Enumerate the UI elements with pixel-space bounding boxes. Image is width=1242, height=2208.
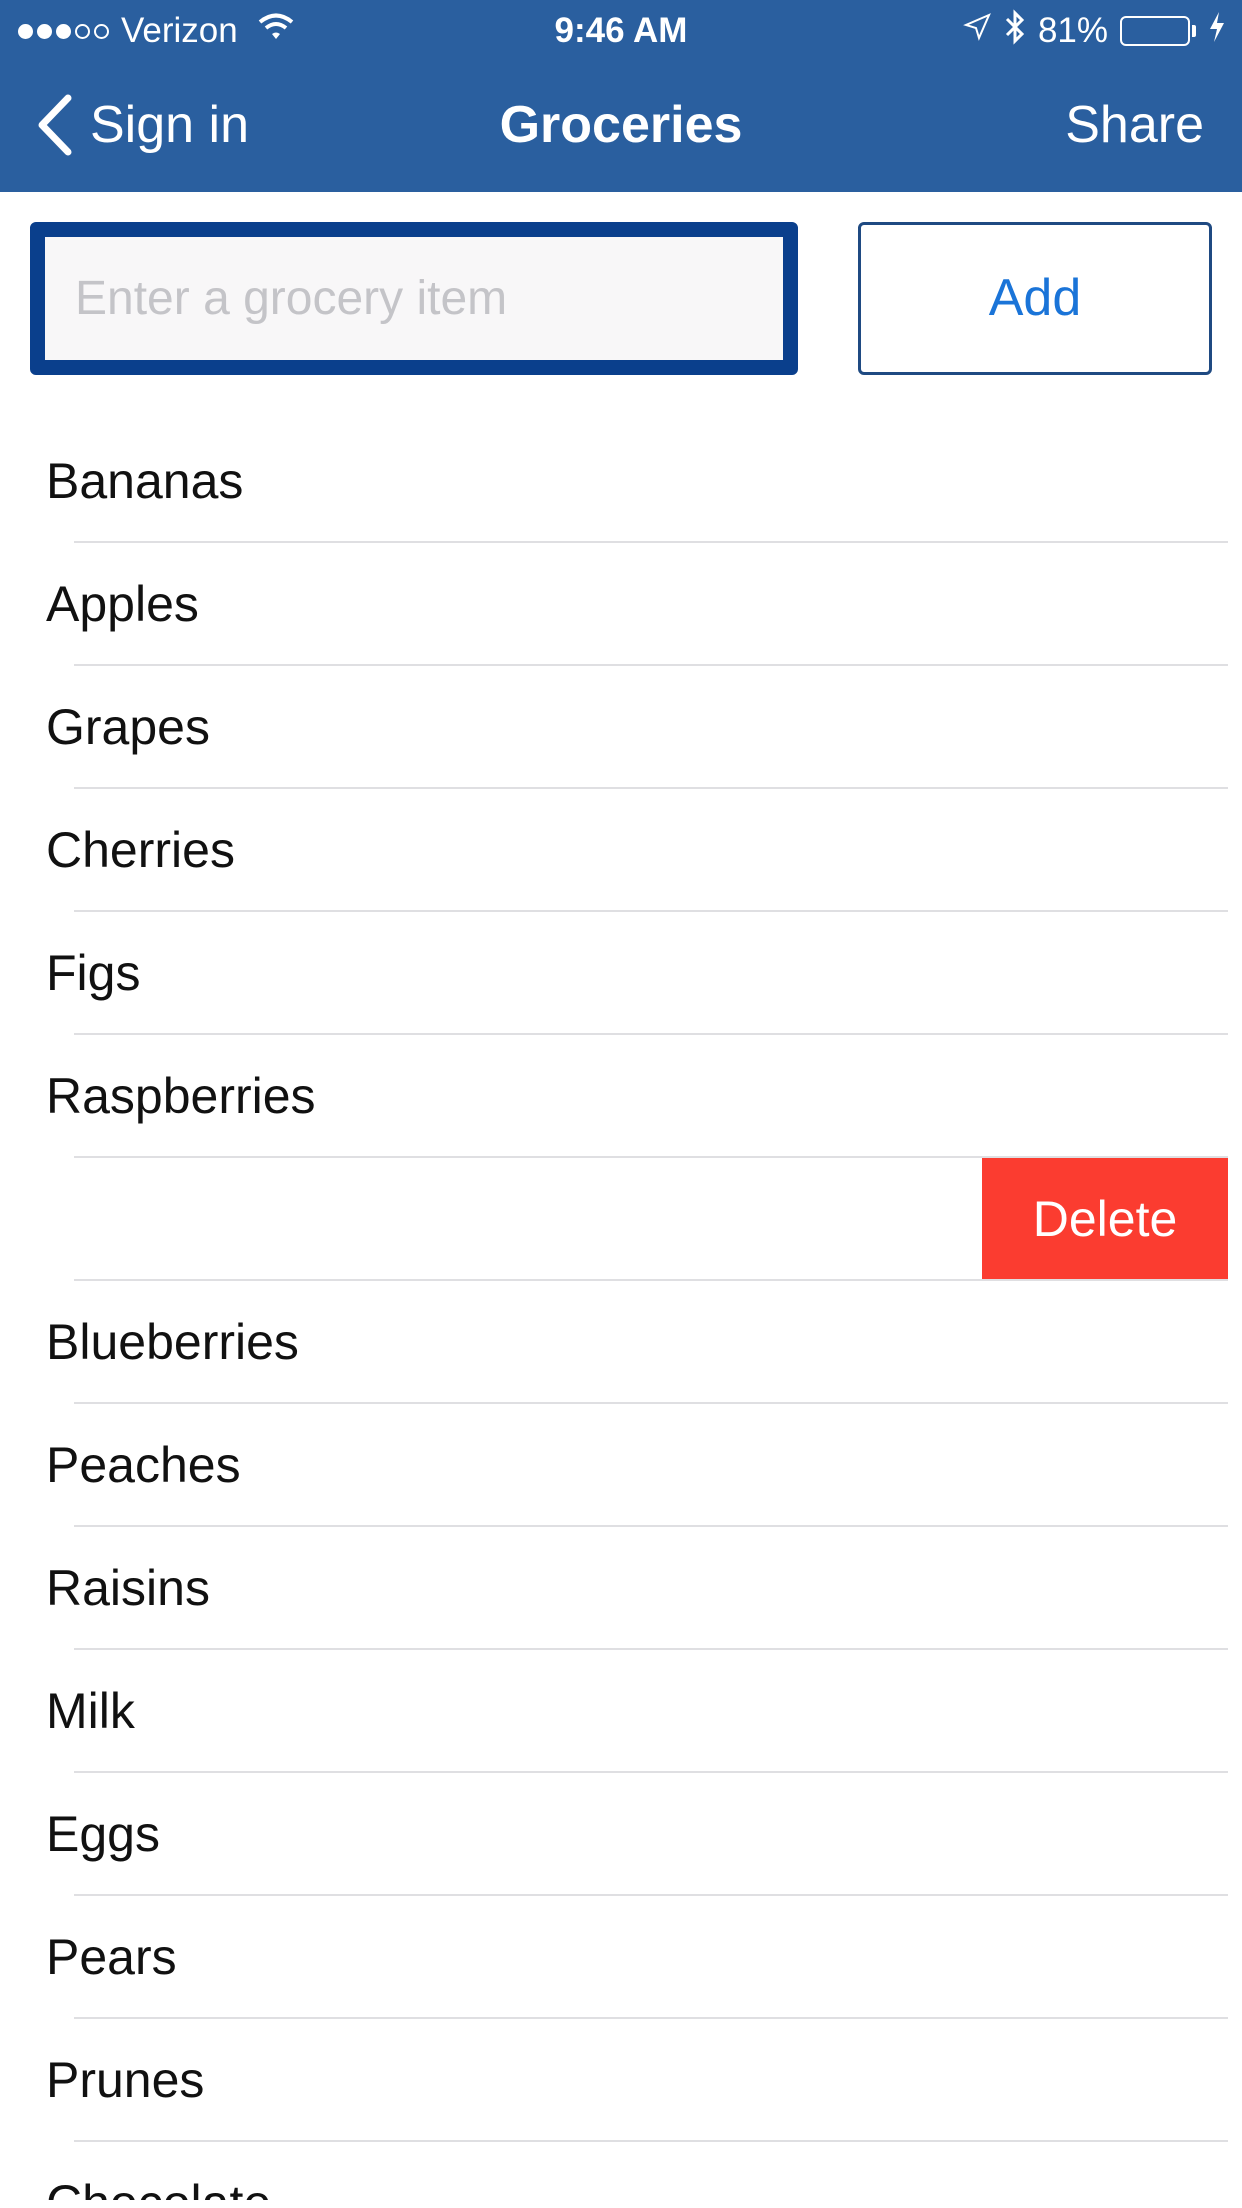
list-item[interactable]: Figs — [0, 912, 1242, 1035]
list-item-label: Peaches — [46, 1437, 241, 1493]
list-item-label: Bananas — [46, 453, 244, 509]
charging-bolt-icon — [1208, 11, 1226, 52]
list-item-label: Apples — [46, 576, 199, 632]
list-item-label: Cherries — [46, 822, 235, 878]
battery-icon — [1120, 16, 1196, 46]
list-item-label: Pears — [46, 1929, 177, 1985]
list-item-label: Milk — [46, 1683, 135, 1739]
list-item[interactable]: Prunes — [0, 2019, 1242, 2142]
navigation-bar: Sign in Groceries Share — [0, 62, 1242, 192]
list-item[interactable]: Pears — [0, 1896, 1242, 2019]
list-item-label: Blueberries — [46, 1314, 299, 1370]
list-item[interactable]: Cherries — [0, 789, 1242, 912]
list-item[interactable]: Eggs — [0, 1773, 1242, 1896]
list-item-label: Raisins — [46, 1560, 210, 1616]
list-item-label: Prunes — [46, 2052, 205, 2108]
list-item[interactable]: Raisins — [0, 1527, 1242, 1650]
list-item[interactable]: Blueberries — [0, 1281, 1242, 1404]
list-item[interactable]: Grapes — [0, 666, 1242, 789]
grocery-list: Bananas Apples Grapes Cherries Figs Raspberri… — [0, 420, 1242, 2200]
list-item-label: Grapes — [46, 699, 210, 755]
list-item[interactable]: Apples — [0, 543, 1242, 666]
status-bar: Verizon 9:46 AM 81% — [0, 0, 1242, 62]
list-item-label: Eggs — [46, 1806, 160, 1862]
battery-percent: 81% — [1037, 11, 1108, 50]
status-right: 81% — [950, 8, 1226, 54]
grocery-input-container — [30, 222, 798, 375]
list-item[interactable]: Bananas — [0, 420, 1242, 543]
list-item[interactable]: Peaches — [0, 1404, 1242, 1527]
list-item-label: Raspberries — [46, 1068, 316, 1124]
location-arrow-icon — [962, 11, 992, 51]
list-item-label: Chocolate — [46, 2142, 271, 2200]
delete-button[interactable]: Delete — [982, 1158, 1228, 1281]
list-item[interactable]: Delete — [0, 1158, 1242, 1281]
add-button[interactable]: Add — [858, 222, 1212, 375]
share-button[interactable]: Share — [1065, 92, 1204, 158]
grocery-item-input[interactable] — [45, 237, 783, 360]
list-item[interactable]: Milk — [0, 1650, 1242, 1773]
bluetooth-icon — [1004, 8, 1026, 54]
page-title: Groceries — [499, 96, 743, 154]
list-item[interactable]: Raspberries — [0, 1035, 1242, 1158]
list-item-label: Figs — [46, 945, 141, 1001]
list-item[interactable]: Chocolate — [0, 2142, 1242, 2200]
